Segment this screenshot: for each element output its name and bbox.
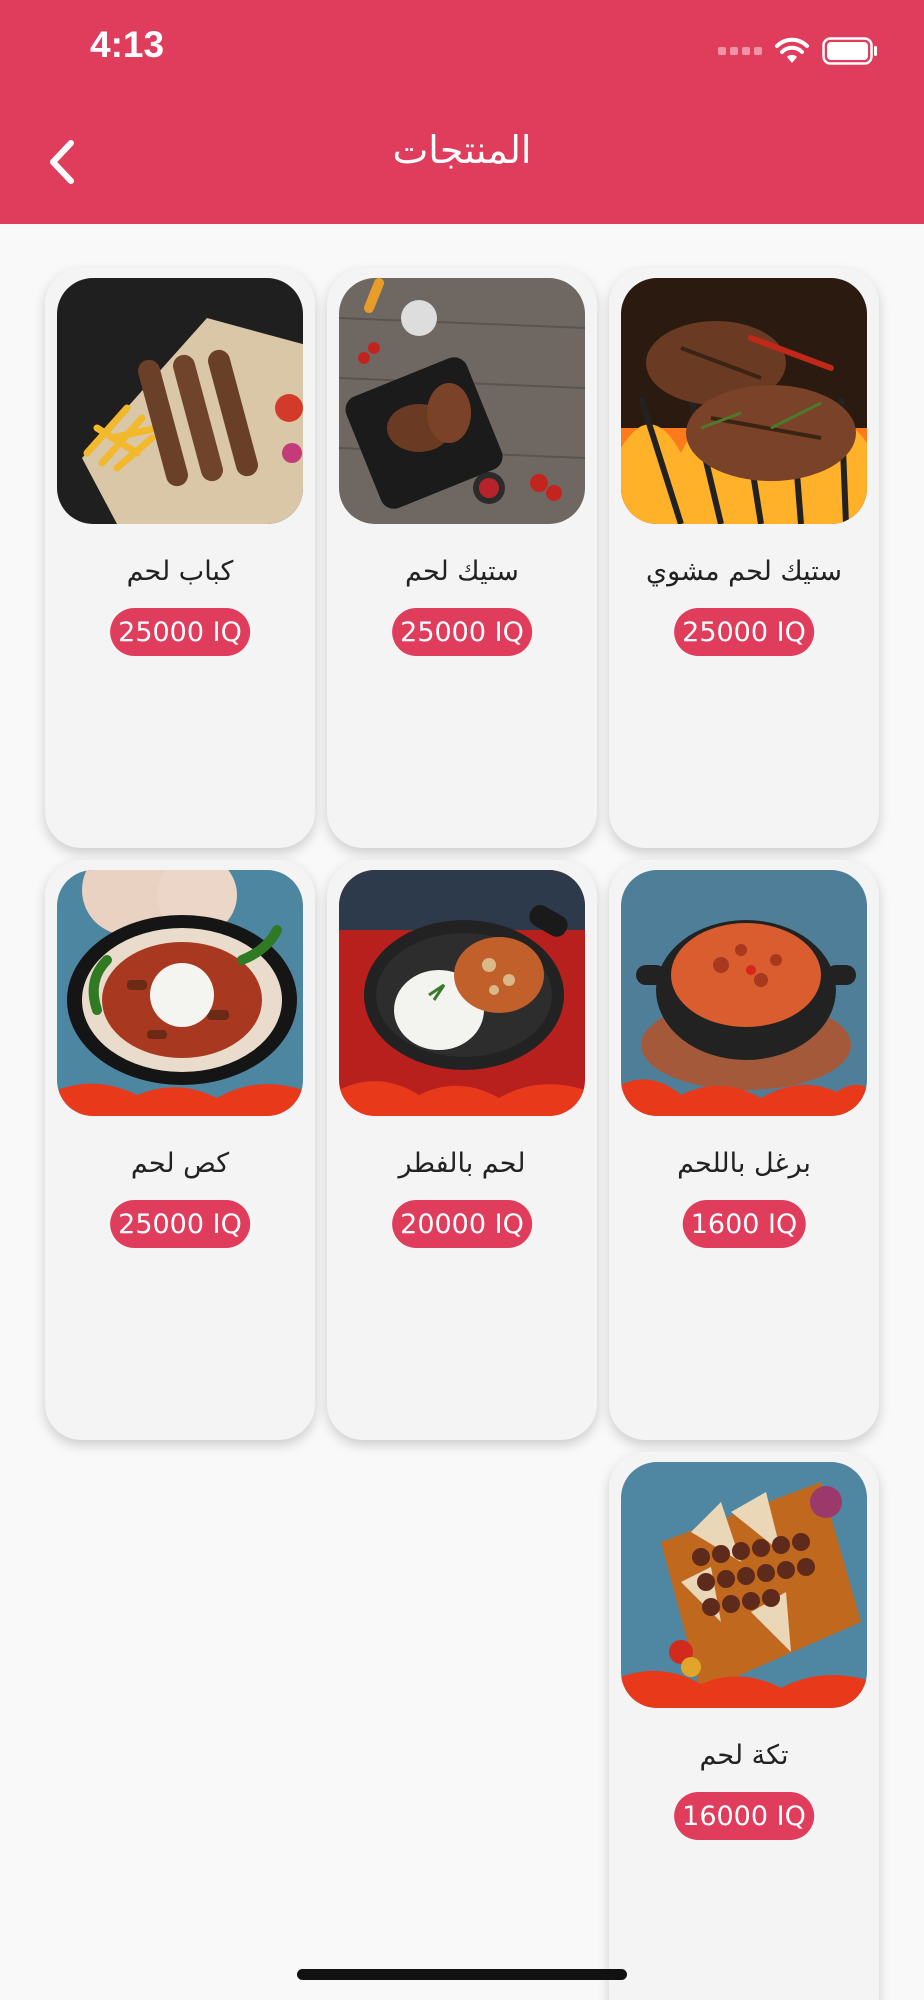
shawarma-rice-photo <box>57 870 303 1116</box>
price-badge: 25000 IQ <box>392 608 532 656</box>
price-badge: 20000 IQ <box>392 1200 532 1248</box>
product-card[interactable]: كص لحم 25000 IQ <box>45 860 315 1440</box>
meat-mushroom-rice-photo <box>339 870 585 1116</box>
product-name: كباب لحم <box>126 556 234 587</box>
bulgur-meat-photo <box>621 870 867 1116</box>
product-name: ستيك لحم مشوي <box>645 556 843 587</box>
wifi-icon <box>774 37 810 65</box>
product-card[interactable]: تكة لحم 16000 IQ <box>609 1452 879 2000</box>
price-badge: 16000 IQ <box>674 1792 814 1840</box>
kebab-fries-photo <box>57 278 303 524</box>
price-badge: 1600 IQ <box>682 1200 806 1248</box>
home-indicator <box>297 1969 627 1980</box>
steak-pan-photo <box>339 278 585 524</box>
app-screen: 4:13 المنتجات ستيك لحم مشوي 25000 IQ ستي… <box>0 0 924 2000</box>
status-time: 4:13 <box>90 24 165 65</box>
price-badge: 25000 IQ <box>110 608 250 656</box>
product-name: تكة لحم <box>699 1740 789 1771</box>
battery-icon <box>822 37 878 65</box>
product-card[interactable]: برغل باللحم 1600 IQ <box>609 860 879 1440</box>
product-name: ستيك لحم <box>405 556 519 587</box>
tikka-skewers-photo <box>621 1462 867 1708</box>
product-card[interactable]: ستيك لحم 25000 IQ <box>327 268 597 848</box>
product-grid: ستيك لحم مشوي 25000 IQ ستيك لحم 25000 IQ… <box>45 268 879 2000</box>
product-name: برغل باللحم <box>677 1148 811 1179</box>
status-icons <box>718 34 878 68</box>
grilled-steak-photo <box>621 278 867 524</box>
page-title: المنتجات <box>392 128 532 172</box>
price-badge: 25000 IQ <box>674 608 814 656</box>
product-name: كص لحم <box>130 1148 230 1179</box>
header-bar: 4:13 المنتجات <box>0 0 924 224</box>
product-card[interactable]: كباب لحم 25000 IQ <box>45 268 315 848</box>
product-card[interactable]: لحم بالفطر 20000 IQ <box>327 860 597 1440</box>
product-name: لحم بالفطر <box>398 1148 526 1179</box>
signal-icon <box>718 47 762 55</box>
price-badge: 25000 IQ <box>110 1200 250 1248</box>
product-card[interactable]: ستيك لحم مشوي 25000 IQ <box>609 268 879 848</box>
